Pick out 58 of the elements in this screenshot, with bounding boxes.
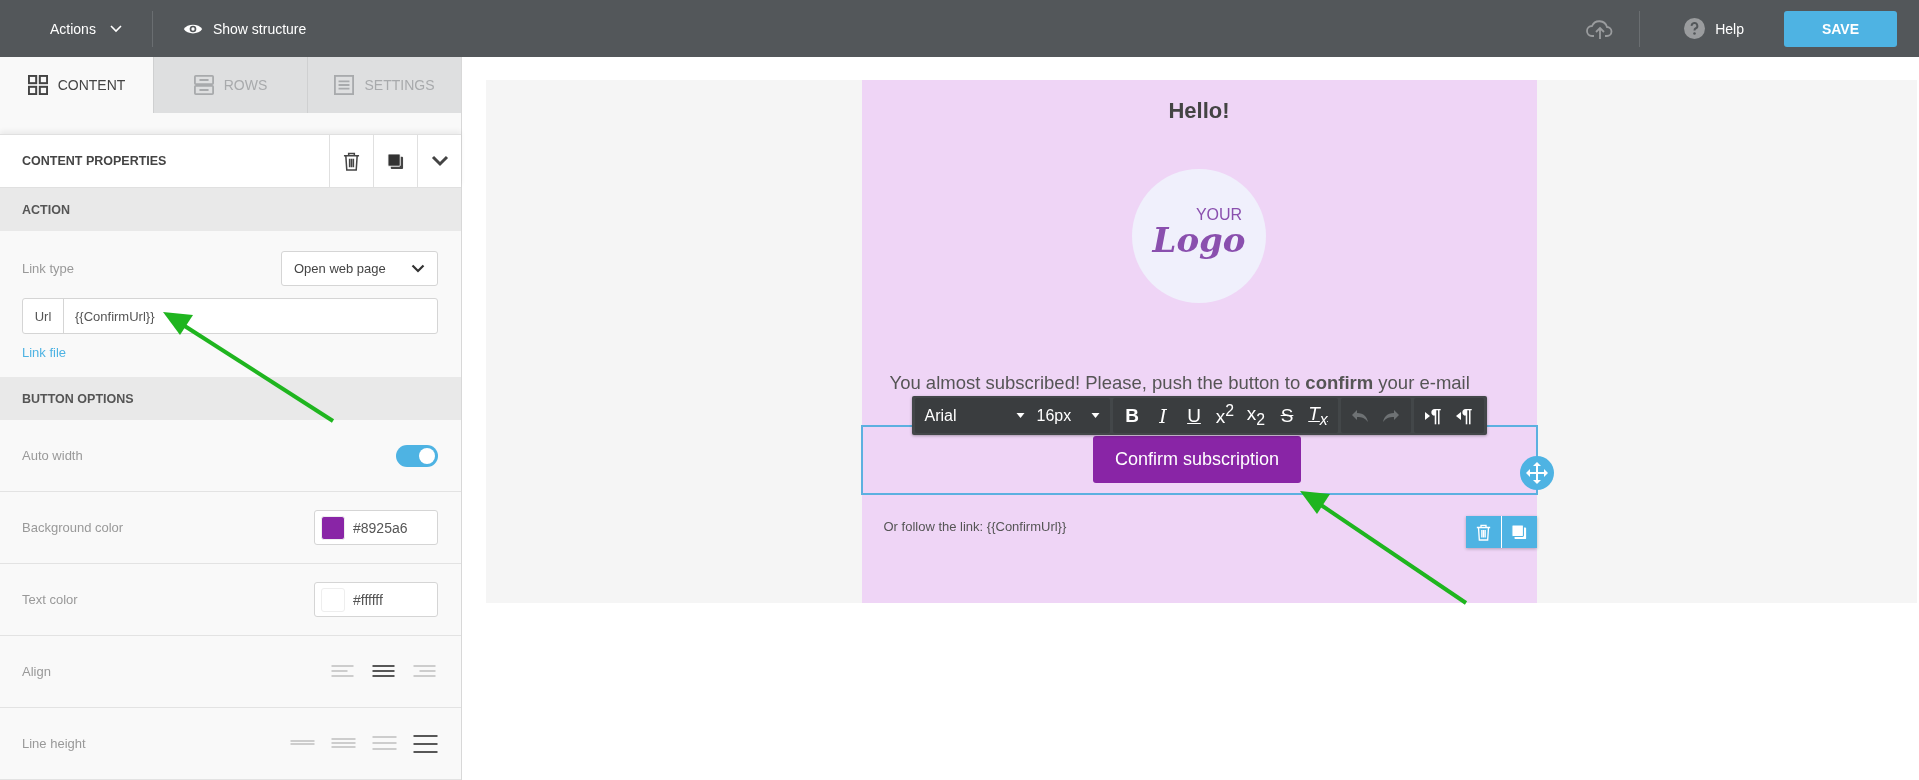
- email-paragraph: You almost subscribed! Please, push the button to confirm your e-mail: [889, 373, 1471, 394]
- chevron-down-icon: [430, 155, 449, 167]
- format-button[interactable]: x$_{2}$: [1240, 399, 1272, 432]
- format-button[interactable]: ¶: [1448, 399, 1480, 432]
- help-button[interactable]: Help: [1670, 8, 1758, 49]
- url-field[interactable]: Url {{ConfirmUrl}}: [22, 298, 438, 334]
- grid-icon: [27, 75, 48, 95]
- logo-text: YOUR: [1195, 207, 1243, 223]
- size-select[interactable]: 16px: [1030, 399, 1106, 432]
- option-label: Background color: [22, 520, 124, 535]
- caret-icon: [1015, 413, 1025, 418]
- option-label: Align: [22, 664, 51, 679]
- option-label: Auto width: [22, 448, 83, 463]
- format-button[interactable]: T$_{x}$: [1302, 399, 1334, 432]
- document-icon: [334, 75, 355, 95]
- format-button[interactable]: I: [1147, 399, 1179, 432]
- email-heading: Hello!: [1167, 98, 1231, 124]
- arrow-left-icon: [1455, 411, 1461, 420]
- format-button[interactable]: S: [1271, 399, 1303, 432]
- format-button[interactable]: B: [1116, 399, 1148, 432]
- toggle-switch[interactable]: [396, 444, 438, 467]
- color-swatch[interactable]: [321, 515, 345, 540]
- trash-icon: [343, 151, 360, 171]
- cloud-upload-icon[interactable]: [1586, 17, 1615, 40]
- option-label: Line height: [22, 736, 86, 751]
- section-title: ACTION: [22, 202, 70, 217]
- logo-text: Logo: [1152, 223, 1246, 257]
- email-footer-text: Or follow the link: {{ConfirmUrl}}: [883, 518, 1067, 534]
- chevron-down-icon: [109, 24, 122, 33]
- rows-icon: [193, 75, 214, 95]
- copy-icon: [1511, 524, 1527, 540]
- help-icon: [1684, 18, 1706, 39]
- chevron-down-icon: [411, 264, 425, 273]
- arrow-right-icon: [1424, 411, 1430, 420]
- caret-icon: [1090, 413, 1100, 418]
- format-button[interactable]: U: [1178, 399, 1210, 432]
- redo-icon: [1382, 408, 1400, 423]
- link-type-label: Link type: [22, 261, 75, 276]
- link-type-select[interactable]: Open web page: [281, 251, 438, 286]
- copy-icon: [387, 152, 404, 170]
- actions-menu[interactable]: Actions: [36, 8, 136, 49]
- option-icon[interactable]: [413, 733, 438, 754]
- show-structure-button[interactable]: Show structure: [168, 8, 321, 49]
- format-button[interactable]: x$^{2}$: [1209, 399, 1241, 432]
- trash-icon: [1475, 523, 1491, 541]
- option-label: Text color: [22, 592, 78, 607]
- duplicate-block-button[interactable]: [1501, 516, 1537, 548]
- color-field[interactable]: #8925a6: [314, 510, 438, 545]
- undo-icon: [1351, 408, 1369, 423]
- properties-title: CONTENT PROPERTIES: [21, 154, 168, 168]
- color-field[interactable]: #ffffff: [314, 582, 438, 617]
- font-select[interactable]: Arial: [918, 399, 1031, 432]
- delete-block-button[interactable]: [1465, 516, 1501, 548]
- url-label: Url: [23, 299, 64, 333]
- confirm-button[interactable]: Confirm subscription: [1092, 436, 1302, 484]
- section-title: BUTTON OPTIONS: [22, 391, 134, 406]
- move-handle-icon[interactable]: [1519, 456, 1554, 490]
- format-button[interactable]: ¶: [1417, 399, 1449, 432]
